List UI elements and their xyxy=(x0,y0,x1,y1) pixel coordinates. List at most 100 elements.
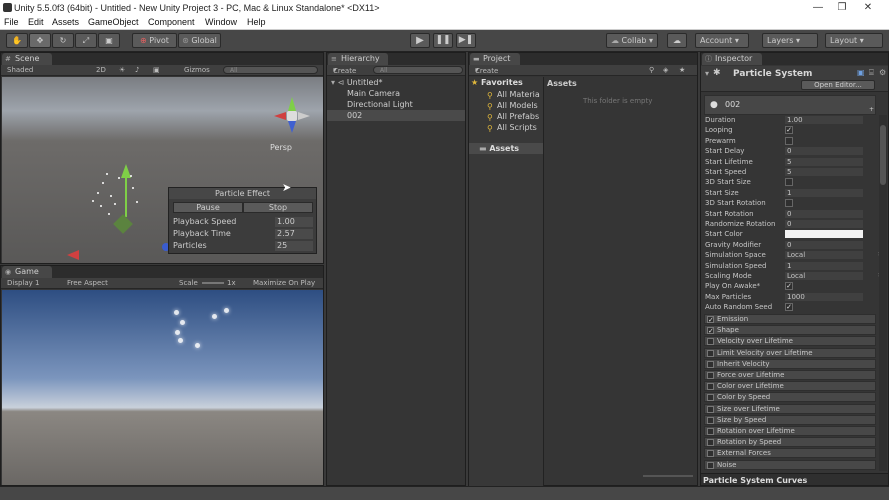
prop-value-field[interactable]: 5 xyxy=(785,157,863,166)
display-dropdown[interactable]: Display 1 xyxy=(7,279,39,287)
menu-edit[interactable]: Edit xyxy=(28,17,44,27)
step-button[interactable]: ▶❚ xyxy=(456,33,476,48)
close-button[interactable]: ✕ xyxy=(856,1,880,15)
module-external-forces[interactable]: External Forces xyxy=(704,448,876,459)
prop-checkbox[interactable]: ✓ xyxy=(785,126,793,135)
module-checkbox[interactable] xyxy=(707,372,714,379)
aspect-dropdown[interactable]: Free Aspect xyxy=(67,279,108,287)
menu-window[interactable]: Window xyxy=(205,17,237,27)
hierarchy-create-dropdown[interactable]: Create ▾ xyxy=(333,66,356,75)
module-checkbox[interactable] xyxy=(707,450,714,458)
assets-breadcrumb[interactable]: Assets xyxy=(547,79,577,88)
project-create-dropdown[interactable]: Create ▾ xyxy=(475,66,498,75)
hierarchy-item-002[interactable]: 002 xyxy=(327,110,465,121)
prop-checkbox[interactable] xyxy=(785,178,793,187)
label-icon[interactable]: ◈ xyxy=(663,66,668,74)
2d-toggle[interactable]: 2D xyxy=(96,66,106,74)
prop-checkbox[interactable]: ✓ xyxy=(785,282,793,291)
module-limit-velocity-over-lifetime[interactable]: Limit Velocity over Lifetime xyxy=(704,347,876,358)
fav-all-scripts[interactable]: ⚲ All Scripts xyxy=(487,122,537,133)
prop-value-field[interactable]: 1.00 xyxy=(785,116,863,124)
layers-dropdown[interactable]: Layers ▾ xyxy=(762,33,818,48)
module-checkbox[interactable] xyxy=(707,349,714,357)
menu-component[interactable]: Component xyxy=(148,17,195,27)
module-rotation-over-lifetime[interactable]: Rotation over Lifetime xyxy=(704,426,876,436)
module-rotation-by-speed[interactable]: Rotation by Speed xyxy=(704,437,876,448)
audio-icon[interactable]: ♪ xyxy=(135,66,139,74)
prop-checkbox[interactable] xyxy=(785,199,793,208)
fav-all-models[interactable]: ⚲ All Models xyxy=(487,100,538,111)
game-viewport[interactable] xyxy=(2,290,323,485)
collab-dropdown[interactable]: ☁ Collab ▾ xyxy=(606,33,658,48)
prop-value-field[interactable]: 0 xyxy=(785,220,863,228)
prop-value-field[interactable]: 1 xyxy=(785,188,863,197)
prop-checkbox[interactable]: ✓ xyxy=(785,303,793,312)
prop-value-field[interactable]: 0 xyxy=(785,209,863,218)
preset-icon[interactable]: ⌸ xyxy=(869,68,874,78)
lighting-icon[interactable]: ☀ xyxy=(119,66,125,74)
module-checkbox[interactable] xyxy=(707,394,714,402)
filter-icon[interactable]: ⚲ xyxy=(649,66,654,74)
prop-value-field[interactable]: Local xyxy=(785,272,863,280)
prop-value-field[interactable]: 1000 xyxy=(785,292,863,301)
scene-root-item[interactable]: ▾ ⊲ Untitled* xyxy=(327,77,465,88)
module-checkbox[interactable] xyxy=(707,416,714,424)
prop-value-field[interactable]: 0 xyxy=(785,147,863,156)
module-checkbox[interactable]: ✓ xyxy=(707,316,714,324)
module-checkbox[interactable] xyxy=(707,338,714,346)
start-color-swatch[interactable] xyxy=(785,230,863,239)
tab-scene[interactable]: # Scene xyxy=(2,53,52,65)
hierarchy-item-main-camera[interactable]: Main Camera xyxy=(327,88,465,99)
hierarchy-item-directional-light[interactable]: Directional Light xyxy=(327,99,465,110)
tab-hierarchy[interactable]: ≡ Hierarchy xyxy=(328,53,388,65)
scene-search-input[interactable]: All xyxy=(223,66,318,74)
module-color-by-speed[interactable]: Color by Speed xyxy=(704,392,876,403)
menu-assets[interactable]: Assets xyxy=(52,17,79,27)
tab-inspector[interactable]: ⓘ Inspector xyxy=(702,53,762,65)
move-tool-icon[interactable]: ✥ xyxy=(29,33,51,48)
pause-effect-button[interactable]: Pause xyxy=(173,202,243,213)
pause-button[interactable]: ❚❚ xyxy=(433,33,453,48)
module-checkbox[interactable]: ✓ xyxy=(707,327,714,335)
hierarchy-search-input[interactable]: All xyxy=(373,66,463,74)
layout-dropdown[interactable]: Layout ▾ xyxy=(825,33,883,48)
gizmos-dropdown[interactable]: Gizmos xyxy=(184,66,210,74)
module-force-over-lifetime[interactable]: Force over Lifetime xyxy=(704,370,876,380)
add-curve-icon[interactable]: + xyxy=(869,106,874,113)
module-checkbox[interactable] xyxy=(707,360,714,368)
effects-icon[interactable]: ▣ xyxy=(153,66,160,74)
rect-tool-icon[interactable]: ▣ xyxy=(98,33,120,48)
module-checkbox[interactable] xyxy=(707,383,714,391)
prop-value-field[interactable]: 1 xyxy=(785,261,863,270)
scene-viewport[interactable]: Persp Particle Effect Pause Stop Playbac… xyxy=(2,77,323,263)
menu-help[interactable]: Help xyxy=(247,17,266,27)
module-inherit-velocity[interactable]: Inherit Velocity xyxy=(704,358,876,369)
scale-slider[interactable] xyxy=(202,282,224,284)
favorites-header[interactable]: ★ Favorites xyxy=(471,78,523,87)
prop-value-field[interactable]: 0 xyxy=(785,240,863,249)
rotate-tool-icon[interactable]: ↻ xyxy=(52,33,74,48)
icon-size-slider[interactable] xyxy=(643,475,693,477)
tab-game[interactable]: ◉ Game xyxy=(2,266,52,278)
help-icon[interactable]: ▣ xyxy=(857,68,865,77)
assets-folder-item[interactable]: ▬ Assets xyxy=(469,143,543,154)
prop-value-field[interactable]: 5 xyxy=(785,168,863,176)
cloud-icon[interactable]: ☁ xyxy=(667,33,687,48)
gear-icon[interactable]: ⚙ xyxy=(879,68,886,77)
module-size-by-speed[interactable]: Size by Speed xyxy=(704,414,876,425)
minimize-button[interactable]: — xyxy=(806,1,830,15)
tab-project[interactable]: ▬ Project xyxy=(470,53,520,65)
foldout-icon[interactable]: ▾ xyxy=(705,69,709,78)
fav-all-materials[interactable]: ⚲ All Materia xyxy=(487,89,540,100)
inspector-scrollbar[interactable] xyxy=(879,115,887,471)
account-dropdown[interactable]: Account ▾ xyxy=(695,33,749,48)
persp-label[interactable]: Persp xyxy=(270,143,292,152)
open-editor-button[interactable]: Open Editor... xyxy=(801,80,875,90)
global-toggle[interactable]: ⊛ Global xyxy=(178,33,221,48)
scale-tool-icon[interactable]: ⤢ xyxy=(75,33,97,48)
module-shape[interactable]: ✓ Shape xyxy=(704,325,876,336)
play-button[interactable]: ▶ xyxy=(410,33,430,48)
hand-tool-icon[interactable]: ✋ xyxy=(6,33,28,48)
module-noise[interactable]: Noise xyxy=(704,459,876,470)
prop-checkbox[interactable] xyxy=(785,136,793,145)
